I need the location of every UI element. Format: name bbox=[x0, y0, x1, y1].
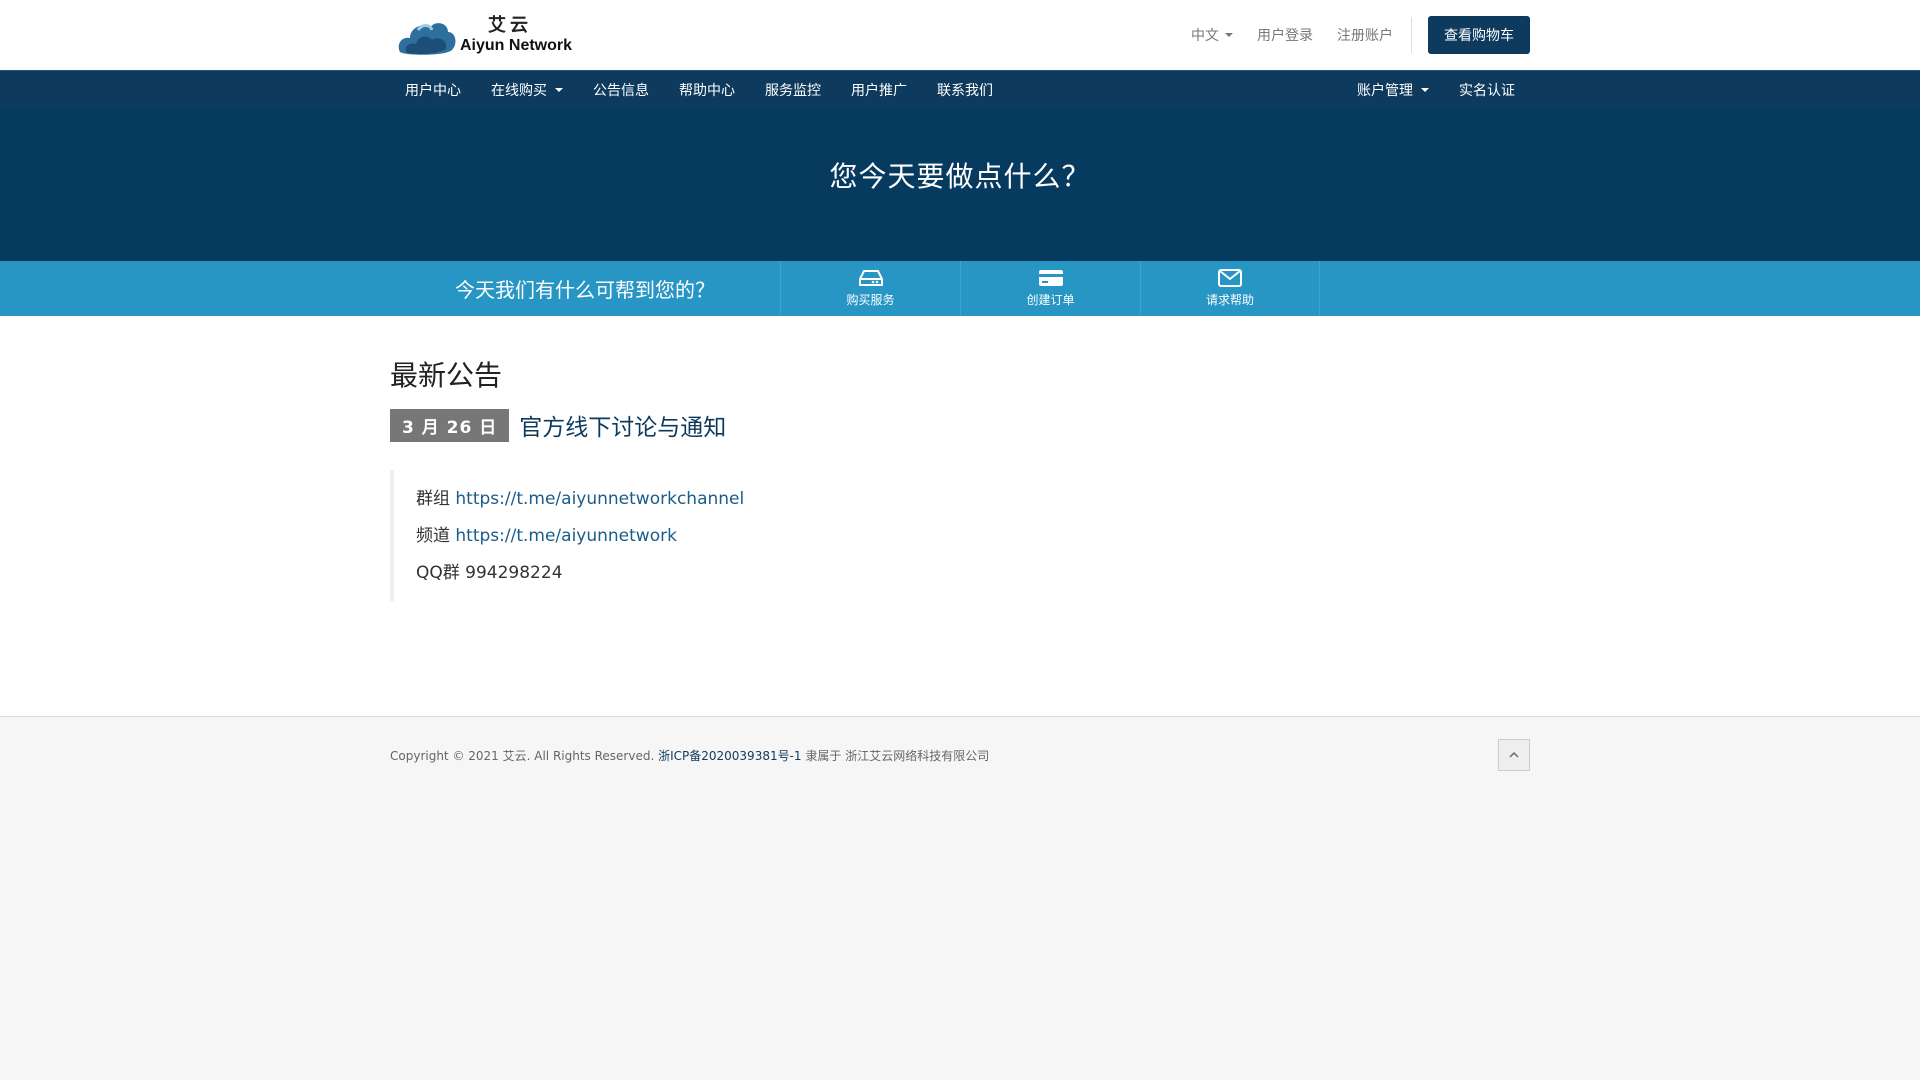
buy-service-shortcut[interactable]: 购买服务 bbox=[780, 261, 960, 316]
qq-group-line: QQ群 994298224 bbox=[416, 563, 563, 583]
nav-item-announcements[interactable]: 公告信息 bbox=[578, 71, 664, 109]
create-order-shortcut[interactable]: 创建订单 bbox=[960, 261, 1140, 316]
nav-item-contact[interactable]: 联系我们 bbox=[922, 71, 1008, 109]
channel-link[interactable]: https://t.me/aiyunnetwork bbox=[455, 526, 677, 546]
back-to-top-button[interactable] bbox=[1498, 739, 1530, 771]
nav-item-affiliates[interactable]: 用户推广 bbox=[836, 71, 922, 109]
credit-card-icon bbox=[1038, 270, 1063, 286]
buy-service-label: 购买服务 bbox=[846, 293, 895, 307]
quick-actions-title: 今天我们有什么可帮到您的？ bbox=[455, 278, 715, 302]
create-order-label: 创建订单 bbox=[1026, 293, 1075, 307]
brand-logo[interactable]: 艾云 Aiyun Network bbox=[390, 14, 572, 56]
quick-actions-bar: 今天我们有什么可帮到您的？ 购买服务 创建订单 请求帮助 bbox=[0, 261, 1920, 316]
announcement-header: 3 月 26 日 官方线下讨论与通知 bbox=[390, 408, 1530, 442]
announcement-body: 群组 https://t.me/aiyunnetworkchannel 频道 h… bbox=[390, 470, 1530, 601]
nav-item-service-monitor[interactable]: 服务监控 bbox=[750, 71, 836, 109]
hero-banner: 您今天要做点什么？ bbox=[0, 108, 1920, 261]
register-link[interactable]: 注册账户 bbox=[1337, 25, 1393, 45]
nav-item-account[interactable]: 账户管理 bbox=[1342, 71, 1444, 109]
nav-item-online-purchase[interactable]: 在线购买 bbox=[476, 71, 578, 109]
page-footer: Copyright © 2021 艾云. All Rights Reserved… bbox=[0, 716, 1920, 796]
view-cart-button[interactable]: 查看购物车 bbox=[1428, 16, 1530, 54]
hero-title: 您今天要做点什么？ bbox=[829, 159, 1091, 193]
cloud-logo-icon bbox=[398, 23, 456, 55]
caret-down-icon bbox=[1421, 88, 1429, 92]
nav-item-label: 在线购买 bbox=[491, 83, 547, 99]
language-label: 中文 bbox=[1191, 28, 1219, 44]
group-prefix: 群组 bbox=[416, 489, 456, 509]
channel-line: 频道 https://t.me/aiyunnetwork bbox=[416, 521, 1530, 546]
request-help-shortcut[interactable]: 请求帮助 bbox=[1140, 261, 1320, 316]
brand-name-en: Aiyun Network bbox=[460, 36, 573, 54]
copyright-text: Copyright © 2021 艾云. All Rights Reserved… bbox=[390, 747, 989, 764]
nav-item-help-center[interactable]: 帮助中心 bbox=[664, 71, 750, 109]
envelope-icon bbox=[1218, 269, 1242, 287]
copyright-label: Copyright © 2021 艾云. All Rights Reserved… bbox=[390, 748, 659, 763]
announcement-date-badge: 3 月 26 日 bbox=[390, 408, 510, 442]
nav-item-user-center[interactable]: 用户中心 bbox=[390, 71, 476, 109]
chevron-up-icon bbox=[1509, 751, 1519, 758]
channel-prefix: 频道 bbox=[416, 526, 456, 546]
caret-down-icon bbox=[1225, 33, 1233, 37]
owner-label: 隶属于 浙江艾云网络科技有限公司 bbox=[801, 748, 990, 763]
announcements-heading: 最新公告 bbox=[390, 359, 503, 392]
login-link[interactable]: 用户登录 bbox=[1257, 25, 1313, 45]
request-help-label: 请求帮助 bbox=[1205, 293, 1254, 307]
hdd-icon bbox=[858, 270, 883, 286]
brand-name-cn: 艾云 bbox=[488, 14, 532, 36]
nav-item-verification[interactable]: 实名认证 bbox=[1444, 71, 1530, 109]
header-divider bbox=[1411, 17, 1412, 53]
main-content: 最新公告 3 月 26 日 官方线下讨论与通知 群组 https://t.me/… bbox=[0, 316, 1920, 716]
icp-link[interactable]: 浙ICP备2020039381号-1 bbox=[658, 749, 801, 763]
nav-item-label: 账户管理 bbox=[1357, 83, 1413, 99]
top-header: 艾云 Aiyun Network 中文 用户登录 注册账户 查看购物车 bbox=[0, 0, 1920, 70]
language-selector[interactable]: 中文 bbox=[1191, 25, 1233, 45]
main-navbar: 用户中心 在线购买 公告信息 帮助中心 服务监控 用户推广 联系我们 账户管理 … bbox=[0, 70, 1920, 108]
caret-down-icon bbox=[555, 88, 563, 92]
group-line: 群组 https://t.me/aiyunnetworkchannel bbox=[416, 484, 1530, 509]
group-link[interactable]: https://t.me/aiyunnetworkchannel bbox=[455, 489, 744, 509]
announcement-title-link[interactable]: 官方线下讨论与通知 bbox=[519, 408, 726, 442]
